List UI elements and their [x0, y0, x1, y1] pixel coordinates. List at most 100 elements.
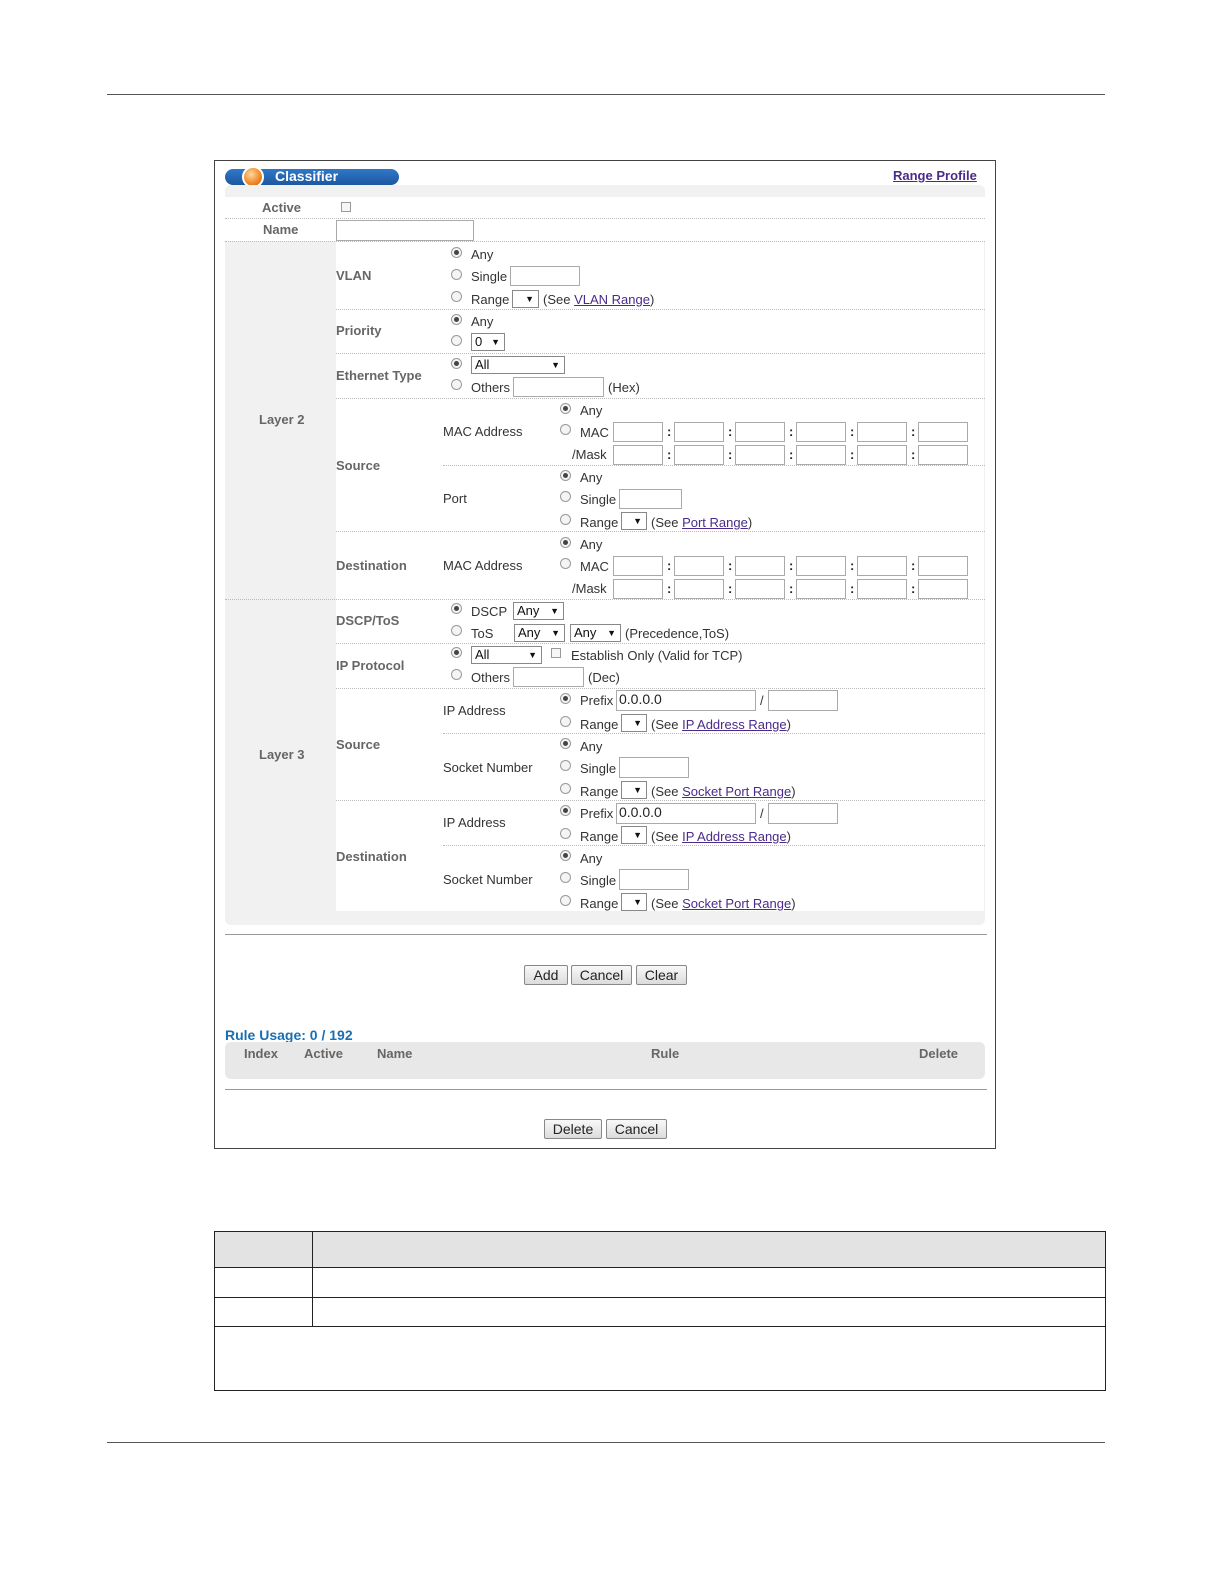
mac-octet-input[interactable]	[918, 579, 968, 599]
clear-button[interactable]: Clear	[636, 965, 687, 985]
ip-address-range-link[interactable]: IP Address Range	[682, 717, 787, 732]
mac-octet-input[interactable]	[796, 445, 846, 465]
mac-octet-input[interactable]	[796, 556, 846, 576]
cancel-button[interactable]: Cancel	[571, 965, 632, 985]
dscp-value: Any	[517, 603, 540, 618]
vlan-range-select[interactable]: ▼	[512, 290, 539, 308]
l3-dst-prefix-input[interactable]: 0.0.0.0	[616, 803, 756, 824]
mac-octet-input[interactable]	[613, 579, 663, 599]
port-range-link[interactable]: Port Range	[682, 515, 748, 530]
socket-port-range-link[interactable]: Socket Port Range	[682, 896, 791, 911]
dscp-select[interactable]: Any ▼	[513, 602, 564, 620]
delete-button[interactable]: Delete	[544, 1119, 602, 1139]
divider	[336, 688, 985, 689]
l3-src-socket-range-select[interactable]: ▼	[621, 781, 647, 799]
range-profile-link[interactable]: Range Profile	[893, 168, 977, 184]
l3-dst-mask-input[interactable]	[768, 803, 838, 824]
vlan-single-input[interactable]	[510, 266, 580, 286]
l2-dst-mac-radio[interactable]	[560, 558, 571, 569]
mac-octet-input[interactable]	[674, 556, 724, 576]
name-input[interactable]	[336, 220, 474, 241]
ethernet-type-all-radio[interactable]	[451, 358, 462, 369]
mac-octet-input[interactable]	[796, 579, 846, 599]
vlan-any-radio[interactable]	[451, 247, 462, 258]
l3-src-ip-range-select[interactable]: ▼	[621, 714, 647, 732]
port-single-radio[interactable]	[560, 491, 571, 502]
port-single-input[interactable]	[619, 489, 682, 509]
l3-src-mask-input[interactable]	[768, 690, 838, 711]
cancel-delete-button[interactable]: Cancel	[606, 1119, 667, 1139]
l3-dst-prefix-radio[interactable]	[560, 805, 571, 816]
l3-dst-socket-single-radio[interactable]	[560, 872, 571, 883]
ip-protocol-others-radio[interactable]	[451, 669, 462, 680]
tos-select-2[interactable]: Any ▼	[570, 624, 621, 642]
ethernet-type-others-label: Others	[471, 380, 511, 395]
mac-octet-input[interactable]	[674, 422, 724, 442]
mac-octet-input[interactable]	[857, 422, 907, 442]
l3-src-socket-single-radio[interactable]	[560, 760, 571, 771]
mac-octet-input[interactable]	[918, 445, 968, 465]
mac-octet-input[interactable]	[918, 556, 968, 576]
vlan-single-radio[interactable]	[451, 269, 462, 280]
l2-dst-mac-any-radio[interactable]	[560, 537, 571, 548]
socket-port-range-link[interactable]: Socket Port Range	[682, 784, 791, 799]
l3-src-prefix-radio[interactable]	[560, 693, 571, 704]
mac-octet-input[interactable]	[735, 556, 785, 576]
mac-octet-input[interactable]	[613, 445, 663, 465]
l3-dst-socket-range-select[interactable]: ▼	[621, 893, 647, 911]
ip-protocol-all-radio[interactable]	[451, 647, 462, 658]
l3-dst-ip-label: IP Address	[443, 815, 506, 830]
mac-octet-input[interactable]	[613, 422, 663, 442]
tos-value-2: Any	[574, 625, 597, 640]
mac-octet-input[interactable]	[857, 556, 907, 576]
divider	[225, 241, 985, 242]
mac-octet-input[interactable]	[796, 422, 846, 442]
l3-src-socket-single-input[interactable]	[619, 757, 689, 778]
port-any-radio[interactable]	[560, 470, 571, 481]
l3-dst-socket-any-radio[interactable]	[560, 850, 571, 861]
mac-octet-input[interactable]	[857, 445, 907, 465]
l3-src-slash: /	[760, 693, 764, 708]
divider	[336, 531, 985, 532]
dscp-radio[interactable]	[451, 603, 462, 614]
ethernet-type-others-radio[interactable]	[451, 379, 462, 390]
ip-protocol-others-input[interactable]	[513, 667, 584, 687]
priority-select[interactable]: 0 ▼	[471, 333, 505, 351]
l2-src-mac-radio[interactable]	[560, 424, 571, 435]
ip-address-range-link[interactable]: IP Address Range	[682, 829, 787, 844]
l3-src-prefix-input[interactable]: 0.0.0.0	[616, 690, 756, 711]
active-checkbox[interactable]	[341, 202, 351, 212]
ethernet-type-others-input[interactable]	[513, 377, 604, 397]
port-range-radio[interactable]	[560, 514, 571, 525]
ip-protocol-select[interactable]: All ▼	[471, 646, 542, 664]
mac-octet-input[interactable]	[613, 556, 663, 576]
l3-dst-ip-range-select[interactable]: ▼	[621, 826, 647, 844]
tos-radio[interactable]	[451, 625, 462, 636]
ethernet-type-select[interactable]: All ▼	[471, 356, 565, 374]
l3-src-socket-any-radio[interactable]	[560, 738, 571, 749]
priority-any-radio[interactable]	[451, 314, 462, 325]
l3-src-ip-range-radio[interactable]	[560, 716, 571, 727]
col-name: Name	[377, 1046, 413, 1061]
priority-value-radio[interactable]	[451, 335, 462, 346]
establish-only-checkbox[interactable]	[551, 648, 561, 658]
vlan-range-link[interactable]: VLAN Range	[574, 292, 650, 307]
tos-text: ToS	[471, 626, 494, 641]
mac-octet-input[interactable]	[674, 579, 724, 599]
l2-src-mac-any-radio[interactable]	[560, 403, 571, 414]
l3-dst-ip-range-radio[interactable]	[560, 828, 571, 839]
l3-src-socket-range-radio[interactable]	[560, 783, 571, 794]
port-range-select[interactable]: ▼	[621, 512, 647, 530]
l3-dst-socket-range-radio[interactable]	[560, 895, 571, 906]
l3-dst-socket-single-input[interactable]	[619, 869, 689, 890]
mac-octet-input[interactable]	[735, 422, 785, 442]
doc-table-row	[215, 1297, 1105, 1298]
add-button[interactable]: Add	[524, 965, 568, 985]
mac-octet-input[interactable]	[857, 579, 907, 599]
tos-select-1[interactable]: Any ▼	[514, 624, 565, 642]
mac-octet-input[interactable]	[674, 445, 724, 465]
mac-octet-input[interactable]	[735, 579, 785, 599]
mac-octet-input[interactable]	[735, 445, 785, 465]
mac-octet-input[interactable]	[918, 422, 968, 442]
vlan-range-radio[interactable]	[451, 291, 462, 302]
